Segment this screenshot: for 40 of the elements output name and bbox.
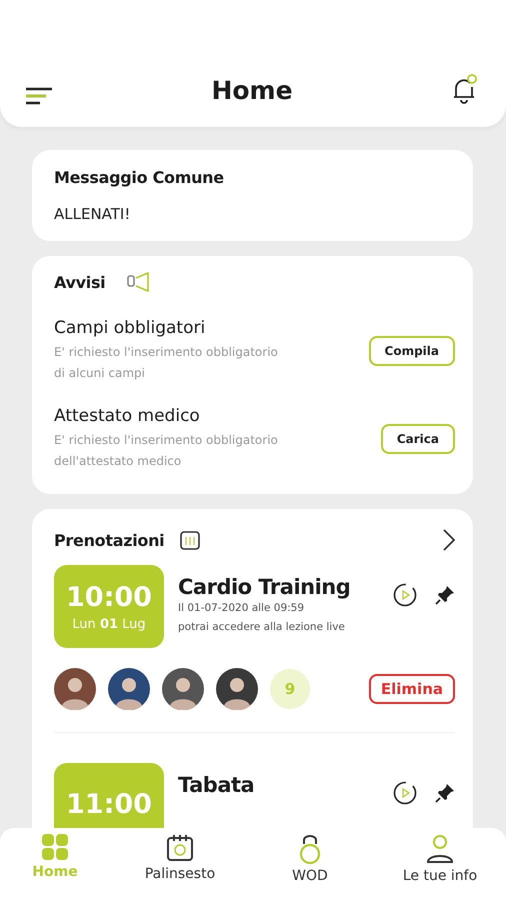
more-count: 9 [270,669,310,709]
class-info: Il 01-07-2020 alle 09:59 [178,601,306,616]
avatar-icon [108,668,150,710]
card-title: Messaggio Comune [54,168,225,187]
time-text: 11:00 [66,789,152,820]
notice-title: Attestato medico [54,406,201,426]
delete-button[interactable]: Elimina [368,674,455,704]
kettlebell-icon [298,834,322,864]
date-text: Lun 01 Lug [72,616,146,632]
message-text: ALLENATI! [54,205,132,223]
play-icon[interactable] [393,781,417,805]
nav-tab[interactable]: Palinsesto [120,828,240,900]
avatar-icon [162,668,204,710]
card-title: Avvisi [54,272,106,292]
user-icon [426,834,454,864]
bell-icon[interactable] [452,73,478,105]
avatar-icon [216,668,258,710]
play-icon[interactable] [393,583,417,607]
class-title: Cardio Training [178,575,352,599]
pin-icon[interactable] [435,783,455,803]
page-title: Home [211,76,293,105]
class-title: Tabata [178,773,256,797]
card-title: Prenotazioni [54,530,164,550]
calendar-icon [180,530,200,550]
chevron-right-icon[interactable] [443,529,455,551]
notice-button[interactable]: Compila [368,336,455,366]
menu-icon[interactable] [26,87,52,105]
notice-title: Campi obbligatori [54,318,206,338]
notice-button[interactable]: Carica [380,424,455,454]
calendar-icon [166,834,194,862]
notice-text: E' richiesto l'inserimento obbligatorio di alcuni campi [54,344,279,382]
megaphone-icon [127,272,152,292]
nav-tab[interactable]: WOD [250,828,370,900]
pin-icon[interactable] [435,585,455,605]
class-info: potrai accedere alla lezione live [178,620,346,635]
nav-tab[interactable]: Le tue info [380,828,500,900]
grid-icon [42,834,68,860]
avatar-icon [54,668,96,710]
time-text: 10:00 [66,582,152,612]
notice-text: E' richiesto l'inserimento obbligatorio dell'attestato medico [54,432,279,470]
